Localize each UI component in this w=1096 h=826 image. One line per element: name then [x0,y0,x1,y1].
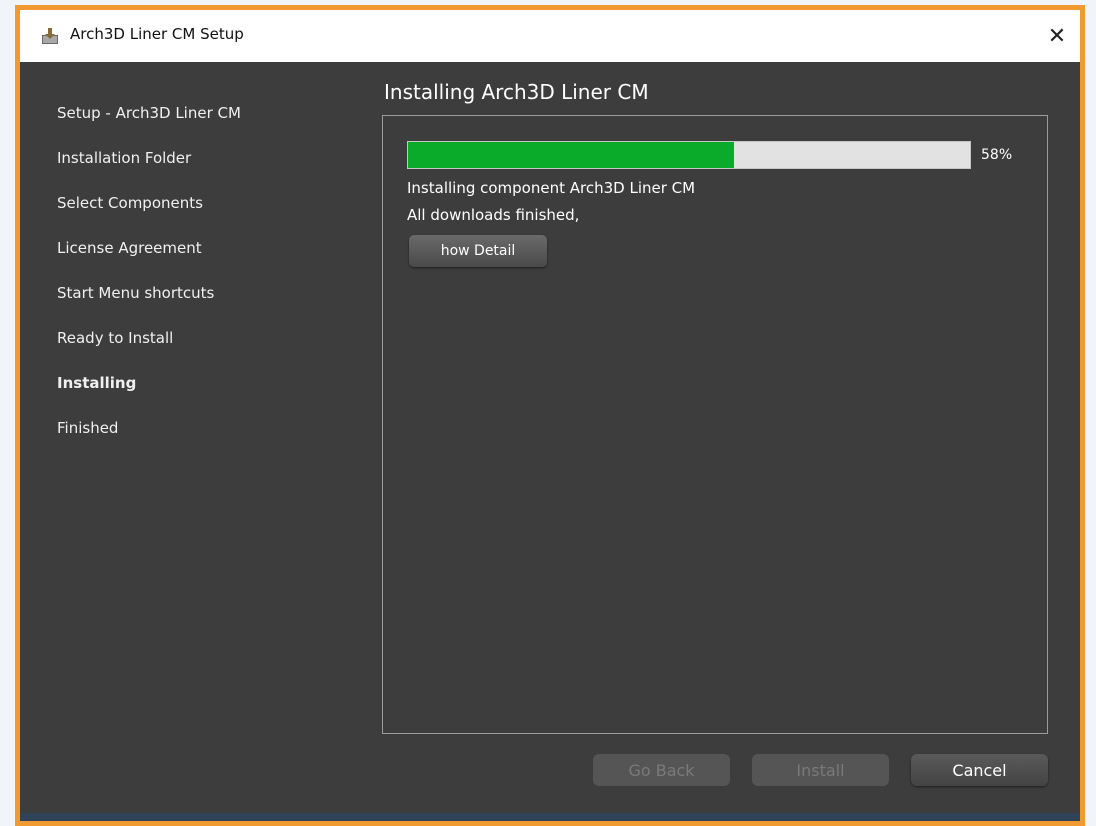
sidebar-step-installation-folder: Installation Folder [57,149,192,167]
installer-box-icon [42,28,58,44]
progress-fill [408,142,734,168]
progress-percent-label: 58% [981,147,1013,163]
sidebar-step-finished: Finished [57,419,119,437]
install-button[interactable]: Install [752,754,889,786]
steps-sidebar: Setup - Arch3D Liner CM Installation Fol… [57,104,357,464]
show-detail-button[interactable]: how Detail [409,235,547,267]
status-line-downloads: All downloads finished, [407,206,580,224]
installer-window: Arch3D Liner CM Setup ✕ Setup - Arch3D L… [15,5,1085,826]
sidebar-step-license-agreement: License Agreement [57,239,202,257]
sidebar-step-ready-to-install: Ready to Install [57,329,174,347]
sidebar-step-setup: Setup - Arch3D Liner CM [57,104,241,122]
title-bar[interactable]: Arch3D Liner CM Setup ✕ [20,10,1080,62]
status-line-component: Installing component Arch3D Liner CM [407,179,696,197]
progress-bar [407,141,971,169]
sidebar-step-installing: Installing [57,374,137,392]
sidebar-step-start-menu-shortcuts: Start Menu shortcuts [57,284,215,302]
close-icon[interactable]: ✕ [1034,10,1080,62]
sidebar-step-select-components: Select Components [57,194,203,212]
page-title: Installing Arch3D Liner CM [384,80,649,104]
go-back-button[interactable]: Go Back [593,754,730,786]
window-bottom-edge [20,813,1080,821]
cancel-button[interactable]: Cancel [911,754,1048,786]
window-title: Arch3D Liner CM Setup [70,25,244,43]
